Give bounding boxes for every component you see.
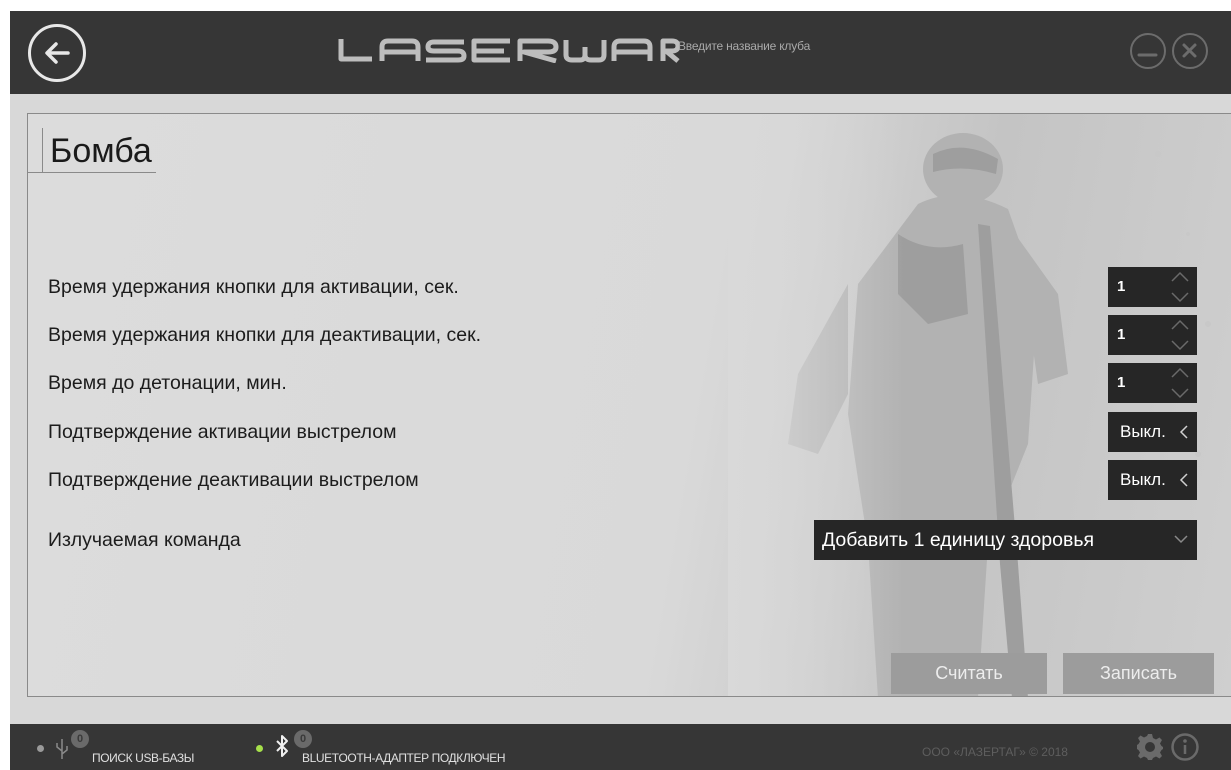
activation-shot-confirm-toggle[interactable]: Выкл. — [1108, 412, 1197, 452]
deactivation-hold-time-spinner[interactable]: 1 — [1108, 315, 1197, 355]
deactivation-shot-confirm-label: Подтверждение деактивации выстрелом — [48, 469, 419, 491]
spinner-value: 1 — [1117, 278, 1126, 295]
minimize-icon — [1137, 53, 1158, 57]
page-title: Бомба — [50, 132, 152, 170]
status-bar: 0 ПОИСК USB-БАЗЫ 0 BLUETOOTH-АДАПТЕР ПОД… — [10, 724, 1231, 770]
settings-panel: Бомба Время удержания кнопки для активац… — [27, 113, 1231, 697]
emitted-command-label: Излучаемая команда — [48, 529, 241, 551]
soldier-background-image — [728, 114, 1231, 696]
usb-icon — [56, 739, 68, 759]
app-window: Введите название клуба Бомба Время удерж… — [10, 11, 1231, 770]
dropdown-value: Добавить 1 единицу здоровья — [822, 529, 1095, 551]
chevron-left-icon — [1179, 425, 1188, 439]
club-name-input[interactable]: Введите название клуба — [678, 39, 810, 53]
minimize-button[interactable] — [1130, 33, 1166, 69]
title-bar: Введите название клуба — [10, 11, 1231, 94]
close-button[interactable] — [1172, 33, 1208, 69]
activation-hold-time-label: Время удержания кнопки для активации, се… — [48, 276, 459, 298]
gear-icon[interactable] — [1136, 733, 1164, 761]
spinner-value: 1 — [1117, 374, 1126, 391]
laserwar-logo — [338, 38, 653, 63]
usb-status-text: ПОИСК USB-БАЗЫ — [92, 751, 194, 765]
emitted-command-dropdown[interactable]: Добавить 1 единицу здоровья — [814, 520, 1197, 560]
title-divider-horizontal — [28, 172, 156, 173]
laserwar-logo-r — [660, 38, 680, 63]
toggle-value: Выкл. — [1120, 470, 1166, 489]
up-down-chevron-icon[interactable] — [1163, 315, 1197, 355]
activation-hold-time-spinner[interactable]: 1 — [1108, 267, 1197, 307]
back-button[interactable] — [28, 24, 86, 82]
up-down-chevron-icon[interactable] — [1163, 363, 1197, 403]
detonation-time-spinner[interactable]: 1 — [1108, 363, 1197, 403]
write-button[interactable]: Записать — [1063, 653, 1214, 694]
bluetooth-status-dot — [256, 745, 263, 752]
arrow-left-icon — [45, 42, 70, 64]
read-button[interactable]: Считать — [891, 653, 1047, 694]
bluetooth-status-text: BLUETOOTH-АДАПТЕР ПОДКЛЮЧЕН — [302, 751, 506, 765]
usb-count-badge: 0 — [71, 730, 89, 748]
activation-shot-confirm-label: Подтверждение активации выстрелом — [48, 421, 397, 443]
bluetooth-icon — [276, 735, 288, 757]
info-icon[interactable] — [1170, 732, 1200, 762]
deactivation-shot-confirm-toggle[interactable]: Выкл. — [1108, 460, 1197, 500]
chevron-down-icon — [1174, 535, 1188, 544]
copyright-text: ООО «ЛАЗЕРТАГ» © 2018 — [922, 745, 1068, 759]
chevron-left-icon — [1179, 473, 1188, 487]
up-down-chevron-icon[interactable] — [1163, 267, 1197, 307]
deactivation-hold-time-label: Время удержания кнопки для деактивации, … — [48, 324, 482, 346]
title-divider-vertical — [42, 128, 43, 172]
bluetooth-count-badge: 0 — [294, 730, 312, 748]
detonation-time-label: Время до детонации, мин. — [48, 372, 287, 394]
spinner-value: 1 — [1117, 326, 1126, 343]
close-icon — [1182, 43, 1197, 58]
toggle-value: Выкл. — [1120, 422, 1166, 441]
usb-status-dot — [37, 745, 44, 752]
